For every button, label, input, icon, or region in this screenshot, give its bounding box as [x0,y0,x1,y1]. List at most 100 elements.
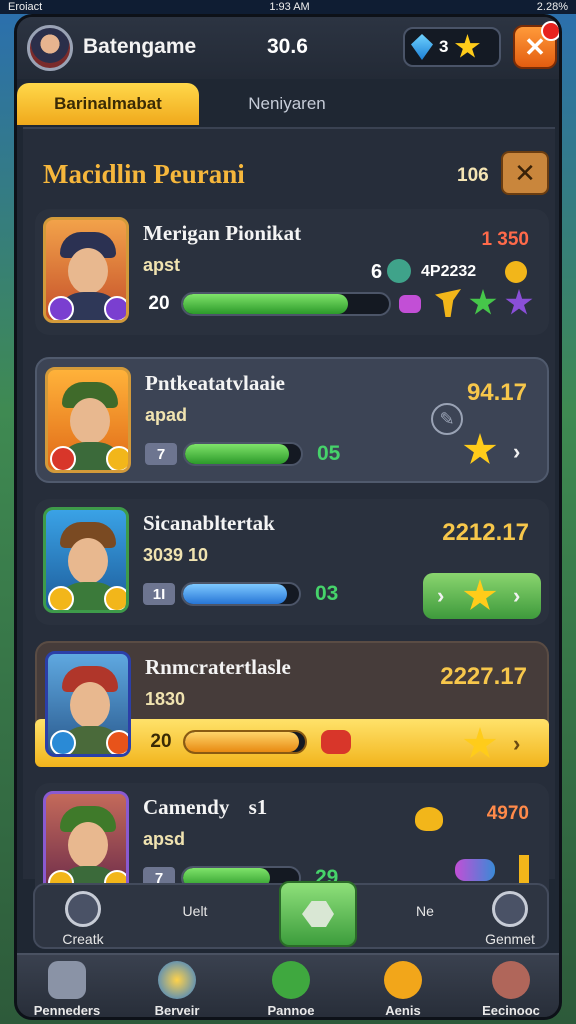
panel-close-button[interactable]: ✕ [501,151,549,195]
leaderboard-panel: Macidlin Peurani 106 ✕ Merigan Pionikat … [23,127,555,909]
nav-item-items[interactable]: Aenis [353,961,453,1018]
action-bar: Creatk Uelt Ne Genmet [33,881,549,949]
player-name-text: Camendy [143,795,230,819]
nav-item-quests[interactable]: Pannoe [241,961,341,1018]
player-name: Rnmcratertlasle [145,655,291,679]
main-action-button[interactable] [279,881,357,947]
bar-number: 03 [315,582,339,605]
tab-inactive[interactable]: Neniyaren [217,83,357,125]
score-counter: 30.6 [267,35,308,58]
extra-code: 4P2232 [421,263,477,280]
player-value: 2212.17 [442,519,529,546]
player-avatar[interactable] [27,25,73,71]
list-item[interactable]: Rnmcratertlasle 1830 2227.17 20 › [35,641,549,767]
nav-label: Berveir [154,1003,200,1018]
player-subtitle: apsd [143,829,186,849]
pot-icon [415,807,443,831]
barrel-icon [492,961,530,999]
nav-label: Pannoe [267,1003,315,1018]
progress-bar [181,582,301,606]
check-icon [272,961,310,999]
nav-label: Penneders [33,1003,101,1018]
action-label: Creatk [62,931,104,947]
nav-item-home[interactable]: Penneders [17,961,117,1018]
close-button[interactable]: ✕ [513,21,559,69]
bottom-nav: Penneders Berveir Pannoe Aenis Eecinooc [17,953,559,1018]
coin-badge-icon [106,446,128,470]
progress-row: 20 [145,729,351,755]
status-bar: Eroiact 1:93 AM 2.28% [0,0,576,14]
tab-bar: Barinalmabat Neniyaren [17,79,559,127]
list-item[interactable]: Merigan Pionikat apst 1 350 6 4P2232 20 [35,209,549,335]
player-value: 1 350 [481,229,529,250]
battery-label: 2.28% [536,1,568,13]
claim-button[interactable]: › › [423,573,541,619]
action-item[interactable]: Uelt [165,903,225,919]
action-label: Genmet [485,931,535,947]
action-label: Ne [416,903,434,919]
class-badge-icon [48,296,74,320]
nav-item-shop[interactable]: Eecinooc [461,961,559,1018]
face-shape [70,398,110,444]
candy-icon [455,859,495,881]
bar-number: 05 [317,442,341,465]
chevron-right-icon[interactable]: › [513,439,520,465]
progress-row: 20 [143,291,391,317]
star-badge-icon [106,730,128,754]
progress-fill [185,732,299,752]
progress-bar [183,442,303,466]
class-badge-icon [50,446,76,470]
green-star-icon [469,289,497,315]
level-label: 20 [148,293,170,314]
player-value: 4970 [486,803,529,824]
alert-icon [519,855,529,885]
gem-icon [411,34,433,60]
meat-icon [321,730,351,754]
star-icon [463,579,497,610]
progress-fill [185,444,290,464]
carrier-label: Eroiact [8,1,43,13]
face-shape [68,538,108,584]
gift-icon [384,961,422,999]
action-item[interactable]: Ne [395,903,455,919]
shield-icon [302,901,334,927]
action-generate[interactable]: Genmet [475,891,545,947]
action-create[interactable]: Creatk [53,891,113,947]
level-label: 7 [145,443,177,465]
rank-badge-icon [104,296,126,320]
progress-fill [183,584,288,604]
player-value: 2227.17 [440,663,527,690]
player-name-suffix: s1 [248,795,268,819]
flower-icon [387,259,411,283]
player-name: Merigan Pionikat [143,221,302,245]
character-portrait [43,791,129,897]
bow-icon [399,295,421,313]
action-icon[interactable]: ✎ [431,403,463,435]
character-portrait [43,217,129,323]
game-title: Batengame [83,35,197,58]
star-icon [463,433,497,464]
player-name: Camendy s1 [143,795,267,820]
list-item[interactable]: Pntkeatatvlaaie apad 94.17 ✎ 7 05 › [35,357,549,483]
player-subtitle: apst [143,255,181,275]
top-header: Batengame 30.6 3 ✕ [17,17,559,79]
player-subtitle: 1830 [145,689,186,709]
tab-active[interactable]: Barinalmabat [17,83,199,125]
progress-row: 7 05 [145,441,340,467]
chevron-right-icon[interactable]: › [513,731,520,757]
character-portrait [43,507,129,613]
nav-label: Aenis [385,1003,421,1018]
gem-count: 3 [439,37,449,56]
list-item[interactable]: Sicanabltertak 3039 10 2212.17 1I 03 › › [35,499,549,625]
orb-icon [158,961,196,999]
progress-fill [183,294,348,314]
nav-item-server[interactable]: Berveir [127,961,227,1018]
nav-label: Eecinooc [482,1003,540,1018]
coin-badge-icon [48,586,74,610]
currency-box[interactable]: 3 [403,27,501,67]
level-label: 1I [143,583,175,605]
coin-icon [505,261,527,283]
face-shape [70,682,110,728]
face-shape [68,248,108,294]
character-portrait [45,651,131,757]
